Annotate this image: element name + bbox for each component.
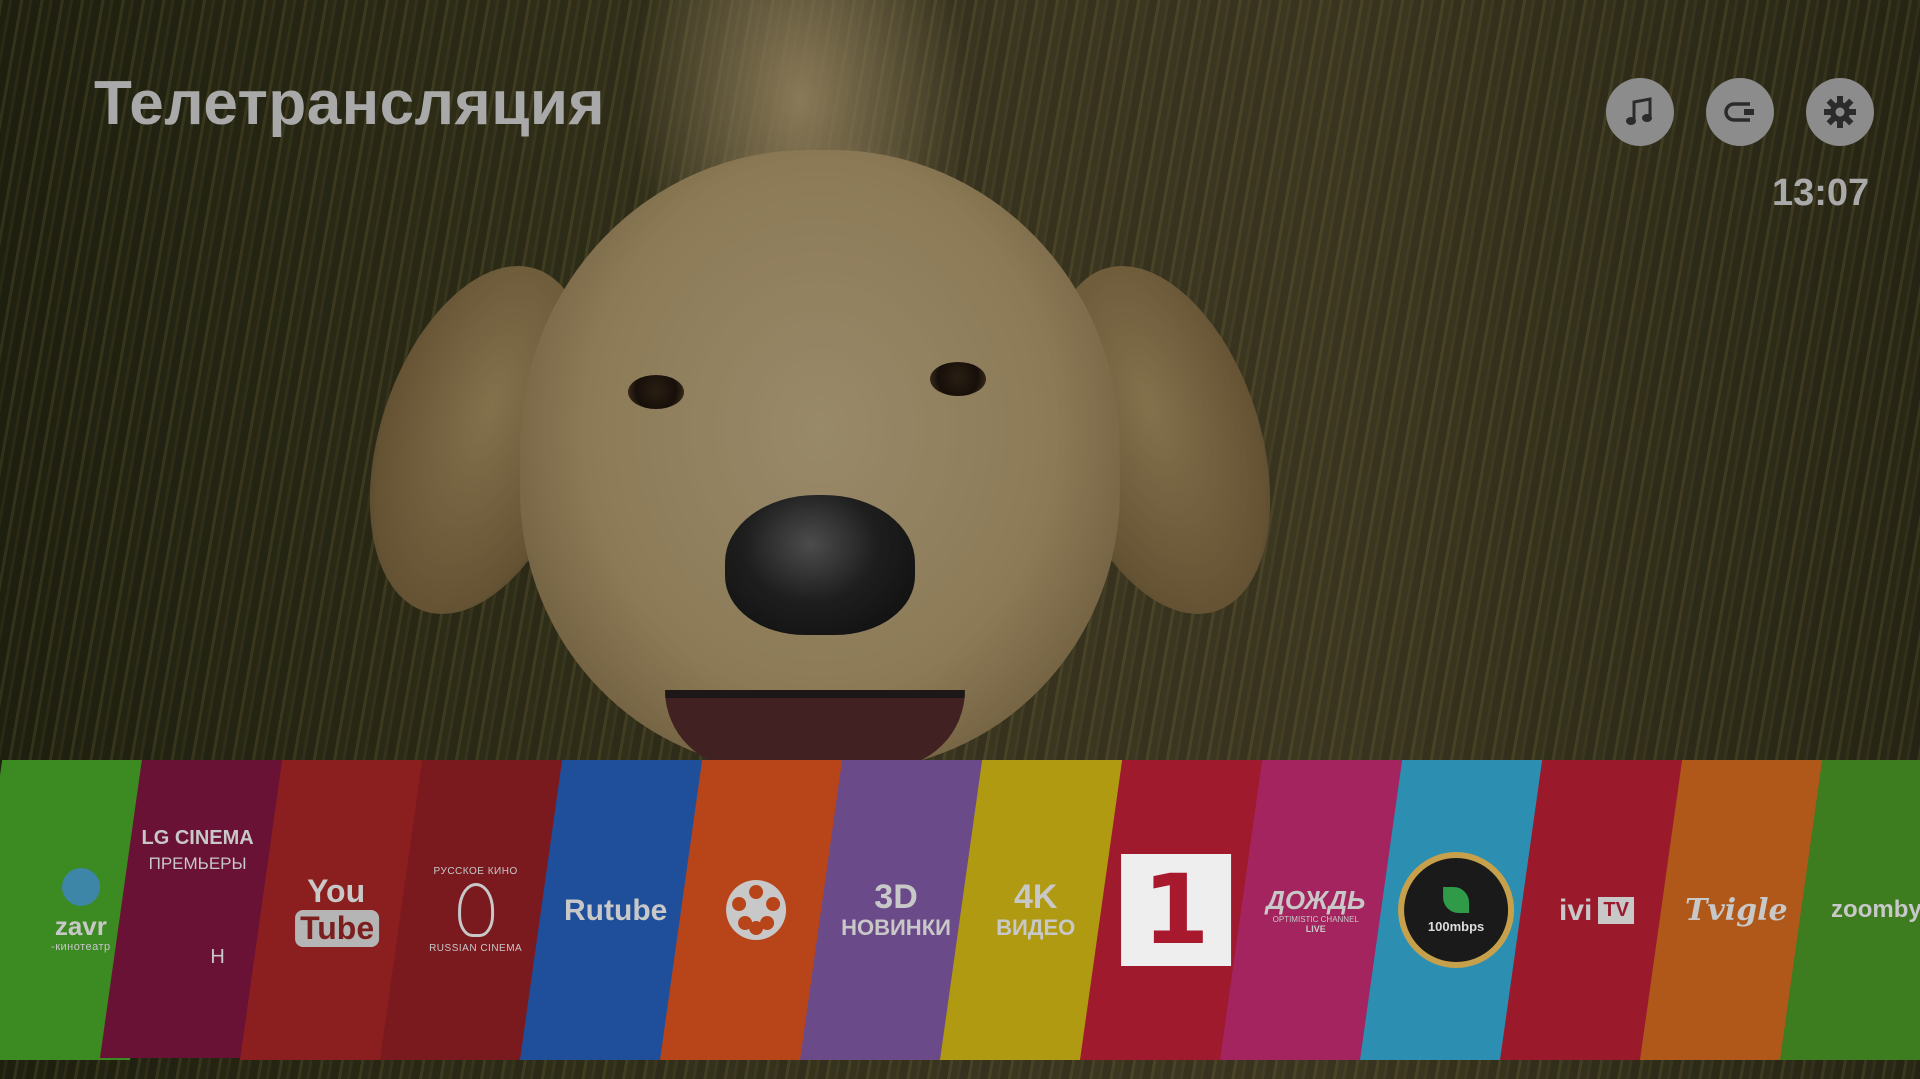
clock: 13:07 bbox=[1772, 172, 1870, 214]
settings-button[interactable] bbox=[1806, 78, 1874, 146]
channel-one-logo: 1 bbox=[1121, 854, 1232, 966]
input-icon bbox=[1724, 102, 1754, 122]
input-button[interactable] bbox=[1706, 78, 1774, 146]
top-icon-bar bbox=[1606, 78, 1874, 146]
music-icon bbox=[1626, 97, 1652, 125]
app-launcher-bar: zavr -кинотеатр LG CINEMA ПРЕМЬЕРЫ Н You… bbox=[0, 760, 1920, 1060]
zavr-icon bbox=[62, 867, 101, 906]
speedometer-icon: 100mbps bbox=[1398, 852, 1515, 968]
page-title: Телетрансляция bbox=[94, 69, 606, 138]
settings-icon bbox=[1824, 96, 1856, 128]
matryoshka-icon bbox=[458, 883, 495, 937]
music-button[interactable] bbox=[1606, 78, 1674, 146]
film-reel-icon bbox=[726, 880, 787, 940]
